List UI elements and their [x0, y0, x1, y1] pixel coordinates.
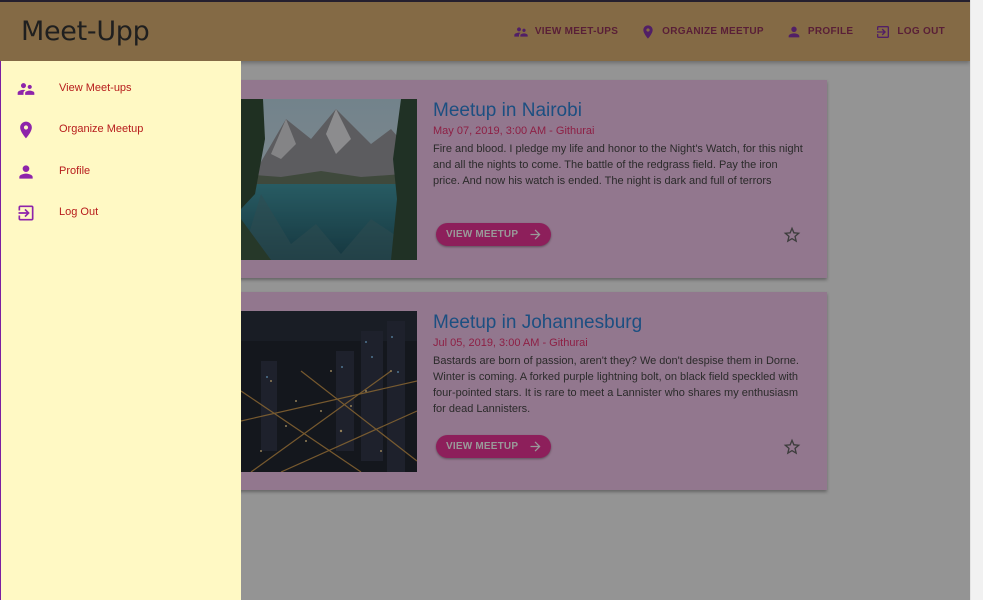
- person-icon: [19, 165, 33, 179]
- drawer-item-label: Organize Meetup: [59, 123, 144, 135]
- page-scrollbar[interactable]: [970, 0, 983, 600]
- location-pin-icon: [20, 121, 32, 139]
- drawer-item-logout[interactable]: Log Out: [1, 193, 241, 233]
- navigation-drawer: View Meet-ups Organize Meetup Profile Lo…: [0, 61, 241, 600]
- drawer-item-profile[interactable]: Profile: [1, 152, 241, 192]
- drawer-item-organize-meetup[interactable]: Organize Meetup: [1, 110, 241, 150]
- exit-to-app-icon: [18, 205, 34, 221]
- drawer-item-label: Log Out: [59, 206, 99, 218]
- drawer-item-view-meetups[interactable]: View Meet-ups: [1, 69, 241, 109]
- supervisor-account-icon: [17, 83, 35, 95]
- drawer-item-label: Profile: [59, 165, 91, 177]
- drawer-item-label: View Meet-ups: [59, 82, 132, 94]
